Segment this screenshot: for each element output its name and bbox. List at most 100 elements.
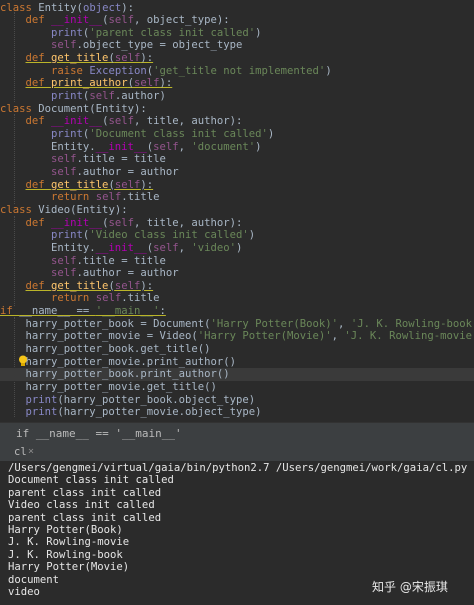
code-token: harry_potter_movie.get_title()	[0, 381, 217, 393]
code-token: self	[95, 191, 122, 204]
code-line[interactable]: def get_title(self):	[0, 279, 154, 293]
code-token: self	[51, 39, 77, 52]
code-line[interactable]: raise Exception('get_title not implement…	[0, 65, 332, 78]
code-token: self	[51, 254, 77, 267]
code-token: self	[108, 216, 134, 229]
code-token: )	[255, 140, 262, 153]
code-line[interactable]: print(self.author)	[0, 90, 166, 103]
breadcrumb-label: if __name__ == '__main__'	[16, 427, 182, 440]
code-token: if	[0, 305, 20, 318]
code-token: , title, author):	[133, 216, 243, 229]
code-token: def	[25, 52, 52, 65]
code-line[interactable]: print('Document class init called')	[0, 128, 274, 141]
code-line[interactable]: self.author = author	[0, 166, 179, 179]
code-token: , title, author):	[133, 115, 243, 128]
code-line[interactable]: Entity.__init__(self, 'video')	[0, 242, 242, 255]
code-line[interactable]: class Entity(object):	[0, 2, 134, 15]
code-line[interactable]: def __init__(self, title, author):	[0, 216, 243, 230]
code-token: )	[248, 229, 256, 242]
code-line[interactable]: class Document(Entity):	[0, 103, 147, 116]
code-token: 'J. K. Rowling-movie'	[344, 330, 474, 343]
console-line: J. K. Rowling-movie	[8, 536, 130, 549]
console-line: video	[8, 586, 40, 598]
code-token: .author = author	[76, 165, 179, 178]
close-icon[interactable]: ×	[28, 446, 34, 457]
code-line[interactable]: if __name__ == '__main__':	[0, 305, 166, 318]
code-token: Entity(	[38, 1, 83, 14]
code-line[interactable]: return self.title	[0, 191, 159, 204]
code-editor[interactable]: class Entity(object): def __init__(self,…	[0, 0, 474, 422]
code-token: __init__	[51, 216, 103, 229]
code-line[interactable]: self.author = author	[0, 267, 179, 280]
code-line[interactable]: harry_potter_movie = Video('Harry Potter…	[0, 330, 474, 343]
code-token: def	[25, 216, 52, 229]
code-token: )	[255, 26, 262, 39]
tab-cl[interactable]: cl	[14, 446, 27, 458]
code-token: :	[159, 305, 166, 318]
code-token: 'Video class init called'	[89, 229, 249, 242]
code-token: ,	[338, 317, 351, 330]
code-line[interactable]: def get_title(self):	[0, 52, 154, 65]
code-line[interactable]: def get_title(self):	[0, 178, 154, 192]
code-token: ):	[140, 52, 154, 65]
code-token: object	[82, 1, 122, 14]
code-token: Entity.	[0, 241, 96, 254]
code-line[interactable]: def print_author(self):	[0, 77, 173, 90]
code-line[interactable]: harry_potter_book.print_author()	[0, 368, 474, 381]
code-token: get_title	[51, 279, 109, 292]
code-token: __init__	[95, 241, 147, 254]
code-token: self	[108, 14, 134, 27]
code-line[interactable]: print('parent class init called')	[0, 27, 262, 40]
code-token: .author = author	[76, 267, 179, 280]
code-token: __init__	[51, 14, 103, 27]
code-line[interactable]: print(harry_potter_book.object_type)	[0, 393, 256, 407]
console-line: parent class init called	[8, 486, 162, 499]
code-line[interactable]: print('Video class init called')	[0, 229, 255, 242]
code-token: .title = title	[76, 254, 166, 267]
code-line[interactable]: harry_potter_movie.get_title()	[0, 381, 217, 394]
code-line[interactable]: print(harry_potter_movie.object_type)	[0, 406, 262, 419]
code-token: 'get_title not implemented'	[153, 64, 326, 77]
code-token: harry_potter_book.get_title()	[0, 343, 211, 356]
code-token: )	[325, 64, 332, 77]
code-token: )	[267, 128, 275, 140]
code-line[interactable]: class Video(Entity):	[0, 204, 128, 217]
code-line[interactable]: harry_potter_book = Document('Harry Pott…	[0, 318, 474, 331]
code-line[interactable]: harry_potter_movie.print_author()	[0, 356, 237, 369]
code-token: harry_potter_movie = Video(	[0, 330, 198, 343]
code-line[interactable]: def __init__(self, object_type):	[0, 14, 230, 27]
code-token: Exception	[89, 64, 147, 77]
code-token: 'J. K. Rowling-book'	[350, 317, 474, 330]
code-token: get_title	[51, 178, 109, 191]
code-token: __init__	[95, 140, 147, 153]
code-token: ,	[178, 140, 192, 153]
code-line[interactable]: def __init__(self, title, author):	[0, 115, 243, 128]
code-token: self	[133, 77, 160, 90]
code-line[interactable]: return self.title	[0, 292, 159, 305]
code-line[interactable]: Entity.__init__(self, 'document')	[0, 141, 262, 154]
breadcrumb[interactable]: if __name__ == '__main__'	[0, 422, 474, 446]
code-token: __name__ ==	[19, 305, 96, 318]
code-token: 'Harry Potter(Book)'	[210, 317, 339, 330]
code-line[interactable]: harry_potter_book.get_title()	[0, 343, 211, 356]
code-token: print	[51, 229, 83, 242]
code-line[interactable]: self.title = title	[0, 255, 166, 268]
lightbulb-icon[interactable]	[18, 355, 28, 367]
console-line: parent class init called	[8, 511, 162, 524]
code-line[interactable]: self.object_type = object_type	[0, 39, 242, 52]
code-token: ):	[140, 279, 154, 292]
code-line[interactable]: self.title = title	[0, 153, 166, 166]
code-token: ):	[140, 178, 154, 191]
code-token: print	[25, 393, 58, 406]
console-tab-bar: cl ×	[0, 445, 474, 461]
code-token: Document(Entity):	[38, 102, 147, 115]
